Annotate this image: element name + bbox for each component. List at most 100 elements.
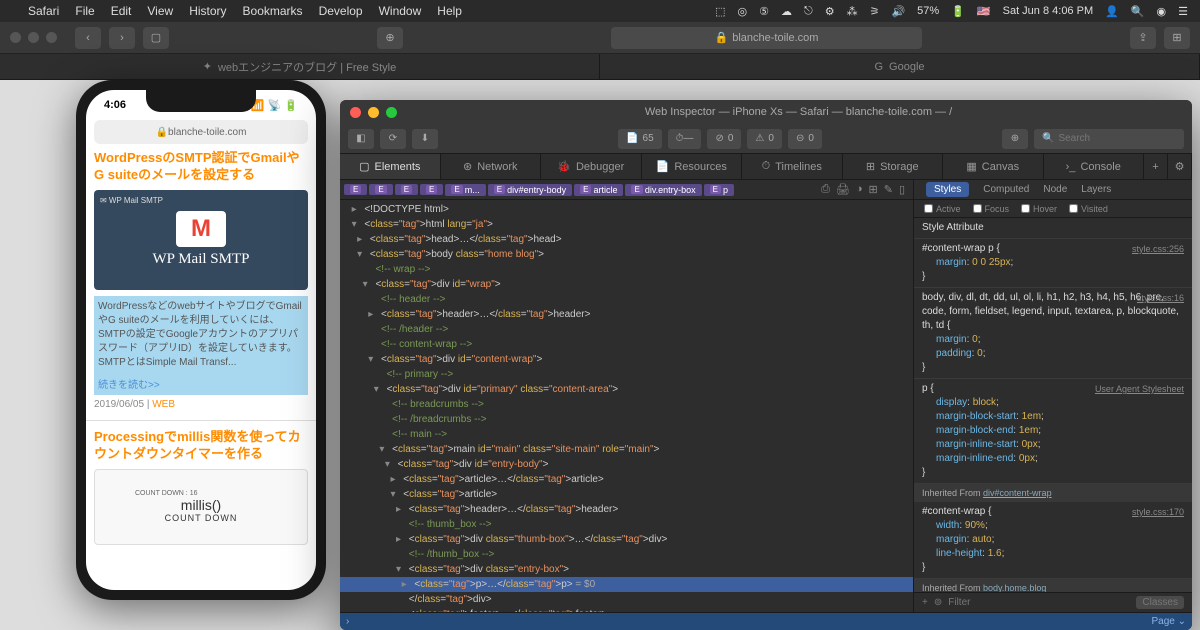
share-button[interactable]: ⇪ [1130, 27, 1156, 49]
crumb[interactable]: E [344, 184, 367, 195]
pseudo-visited[interactable]: Visited [1069, 204, 1108, 214]
url-bar[interactable]: 🔒 blanche-toile.com [611, 27, 922, 49]
crumb[interactable]: E p [704, 184, 734, 196]
menu-file[interactable]: File [75, 4, 94, 18]
pseudo-hover[interactable]: Hover [1021, 204, 1057, 214]
inspector-titlebar[interactable]: Web Inspector — iPhone Xs — Safari — bla… [340, 100, 1192, 124]
filter-input[interactable]: Filter [948, 597, 970, 608]
creative-cloud-icon[interactable]: ◎ [738, 5, 748, 18]
inspect-element-button[interactable]: ⊕ [1002, 129, 1028, 149]
tab-resources[interactable]: 📄Resources [642, 154, 743, 179]
clock[interactable]: Sat Jun 8 4:06 PM [1003, 5, 1094, 17]
tab-network[interactable]: ⊛Network [441, 154, 542, 179]
tabs-button[interactable]: ⊞ [1164, 27, 1190, 49]
backup-icon[interactable]: ⎋ [804, 5, 813, 18]
url-host: blanche-toile.com [732, 32, 818, 44]
reading-list-icon[interactable]: ⊕ [377, 27, 403, 49]
forward-button[interactable]: › [109, 27, 135, 49]
crumb[interactable]: E div#entry-body [488, 184, 572, 196]
minimize-window[interactable] [28, 32, 39, 43]
tab-node[interactable]: Node [1043, 184, 1067, 195]
add-rule-button[interactable]: + [922, 597, 928, 608]
menu-edit[interactable]: Edit [111, 4, 132, 18]
crumb[interactable]: E article [574, 184, 623, 196]
cloud-icon[interactable]: ☁ [781, 5, 792, 18]
print-icon[interactable]: 🖨 [836, 183, 850, 196]
tab-elements[interactable]: ▢Elements [340, 154, 441, 179]
styles-rules[interactable]: Style Attributestyle.css:256#content-wra… [914, 218, 1192, 592]
battery-icon[interactable]: 🔋 [951, 5, 965, 18]
siri-icon[interactable]: ◉ [1157, 5, 1167, 18]
tab-canvas[interactable]: ▦Canvas [943, 154, 1044, 179]
tab-computed[interactable]: Computed [983, 184, 1029, 195]
new-tab-button[interactable]: + [1144, 154, 1168, 179]
crumb[interactable]: E [395, 184, 418, 195]
volume-icon[interactable]: 🔊 [891, 5, 905, 18]
inspector-title: Web Inspector — iPhone Xs — Safari — bla… [415, 106, 1182, 118]
classes-toggle[interactable]: Classes [1136, 596, 1184, 609]
edit-icon[interactable]: ✎ [884, 183, 893, 196]
close-button[interactable] [350, 107, 361, 118]
read-more-link[interactable]: 続きを読む>> [94, 374, 308, 395]
article-thumbnail[interactable]: ✉ WP Mail SMTP M WP Mail SMTP [94, 190, 308, 290]
article-thumbnail[interactable]: COUNT DOWN : 16 millis() COUNT DOWN [94, 469, 308, 545]
dropbox-icon[interactable]: ⬚ [715, 5, 725, 18]
paint-icon[interactable]: ◑ [856, 183, 863, 196]
resources-count[interactable]: 📄65 [618, 129, 662, 149]
crumb[interactable]: E [369, 184, 392, 195]
dom-tree[interactable]: ▸ <!DOCTYPE html> ▾ <class="tag">html la… [340, 200, 913, 612]
crumb[interactable]: E [420, 184, 443, 195]
minimize-button[interactable] [368, 107, 379, 118]
user-icon[interactable]: 👤 [1105, 5, 1119, 18]
notification-center-icon[interactable]: ☰ [1178, 5, 1188, 18]
iphone-page-content[interactable]: WordPressのSMTP認証でGmailやG suiteのメールを設定する … [86, 150, 316, 545]
menu-bookmarks[interactable]: Bookmarks [243, 4, 303, 18]
menu-window[interactable]: Window [379, 4, 422, 18]
menu-develop[interactable]: Develop [319, 4, 363, 18]
print-styles-icon[interactable]: ⎙ [821, 183, 830, 196]
tab-timelines[interactable]: ⏱Timelines [742, 154, 843, 179]
article-title[interactable]: WordPressのSMTP認証でGmailやG suiteのメールを設定する [94, 150, 308, 184]
sidebar-button[interactable]: ▢ [143, 27, 169, 49]
crumb[interactable]: E m... [445, 184, 485, 196]
tab-styles[interactable]: Styles [926, 182, 969, 197]
zoom-button[interactable] [386, 107, 397, 118]
settings-button[interactable]: ⚙ [1168, 154, 1192, 179]
tab-layers[interactable]: Layers [1081, 184, 1111, 195]
spotlight-icon[interactable]: 🔍 [1131, 5, 1145, 18]
errors-count[interactable]: ⊘0 [707, 129, 741, 149]
tab-blog[interactable]: ✦webエンジニアのブログ | Free Style [0, 54, 600, 79]
app-name[interactable]: Safari [28, 4, 59, 18]
download-button[interactable]: ⬇ [412, 129, 438, 149]
timeline-indicator[interactable]: ⏱— [668, 129, 702, 149]
pseudo-focus[interactable]: Focus [973, 204, 1010, 214]
reload-button[interactable]: ⟳ [380, 129, 406, 149]
article-title[interactable]: Processingでmillis関数を使ってカウントダウンタイマーを作る [94, 429, 308, 463]
wifi-icon[interactable]: ⚞ [870, 5, 880, 18]
search-input[interactable]: 🔍 Search [1034, 129, 1184, 149]
tool-icon[interactable]: ⚙ [825, 5, 835, 18]
close-window[interactable] [10, 32, 21, 43]
layout-icon[interactable]: ▯ [899, 183, 905, 196]
tab-console[interactable]: ›_Console [1044, 154, 1145, 179]
tab-debugger[interactable]: 🐞Debugger [541, 154, 642, 179]
bluetooth-icon[interactable]: ⁂ [847, 5, 858, 18]
compositing-icon[interactable]: ⊞ [869, 183, 878, 196]
zoom-window[interactable] [46, 32, 57, 43]
crumb[interactable]: E div.entry-box [625, 184, 701, 196]
pseudo-active[interactable]: Active [924, 204, 961, 214]
battery-percent[interactable]: 57% [917, 5, 939, 17]
back-button[interactable]: ‹ [75, 27, 101, 49]
console-prompt[interactable]: › Page ⌄ [340, 612, 1192, 630]
logs-count[interactable]: ⊝0 [788, 129, 822, 149]
menu-view[interactable]: View [147, 4, 173, 18]
menu-history[interactable]: History [189, 4, 226, 18]
warnings-count[interactable]: ⚠0 [747, 129, 782, 149]
iphone-url-bar[interactable]: 🔒 blanche-toile.com [94, 120, 308, 144]
menu-help[interactable]: Help [437, 4, 462, 18]
flag-icon[interactable]: 🇺🇸 [977, 5, 991, 18]
dock-button[interactable]: ◧ [348, 129, 374, 149]
tab-storage[interactable]: ⊞Storage [843, 154, 944, 179]
tab-google[interactable]: GGoogle [600, 54, 1200, 79]
sync-icon[interactable]: ⑤ [759, 5, 769, 18]
